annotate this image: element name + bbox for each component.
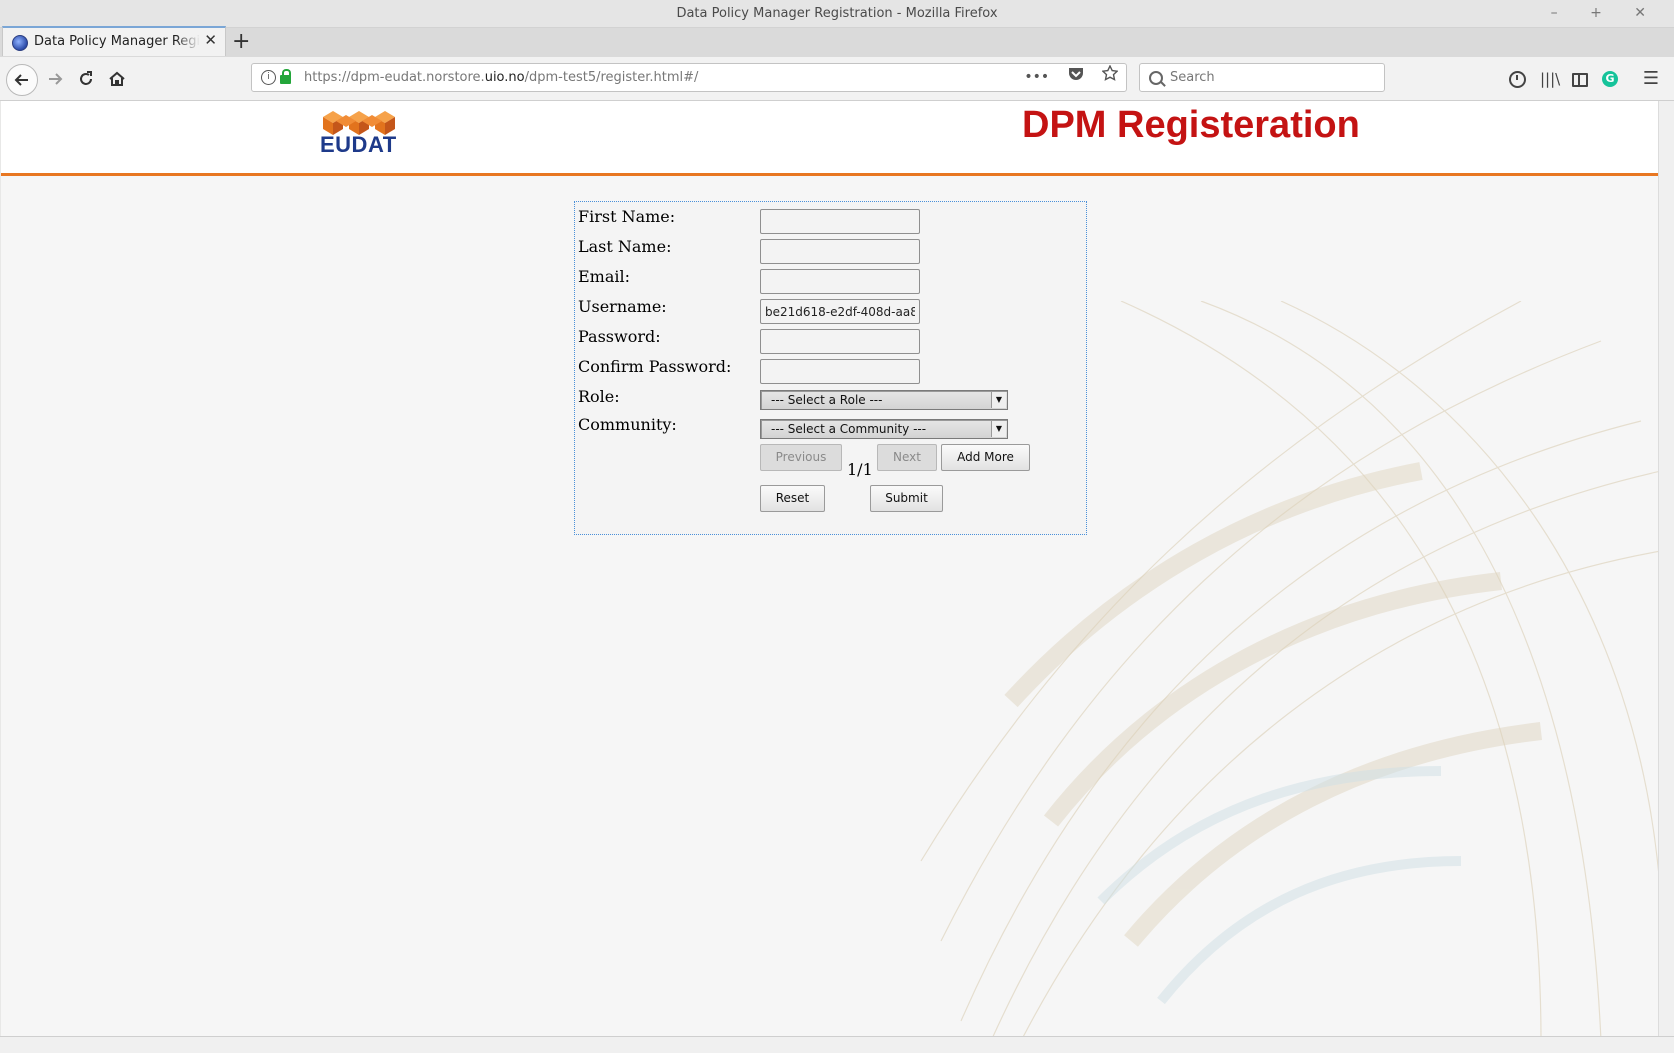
navigation-toolbar: i https://dpm-eudat.norstore.uio.no/dpm-… xyxy=(0,57,1674,101)
status-bar xyxy=(0,1036,1674,1053)
bookmark-star-icon[interactable] xyxy=(1101,64,1119,85)
tab-strip: Data Policy Manager Registration ✕ + xyxy=(0,26,1674,57)
url-path: /dpm-test5/register.html#/ xyxy=(524,70,699,85)
lock-icon[interactable] xyxy=(280,69,291,84)
first-name-field[interactable] xyxy=(760,209,920,234)
dropdown-arrow-icon: ▼ xyxy=(991,392,1006,408)
back-button[interactable] xyxy=(6,64,38,96)
last-name-label: Last Name: xyxy=(578,237,672,256)
add-more-button[interactable]: Add More xyxy=(941,444,1030,471)
registration-form: First Name: Last Name: Email: Username: … xyxy=(574,201,1087,535)
window-titlebar: Data Policy Manager Registration - Mozil… xyxy=(0,0,1674,28)
url-domain: uio.no xyxy=(484,70,525,85)
home-icon xyxy=(109,71,125,86)
page-title: DPM Registeration xyxy=(1022,104,1360,146)
email-field[interactable] xyxy=(760,269,920,294)
password-field[interactable] xyxy=(760,329,920,354)
pocket-shape xyxy=(1068,68,1083,80)
history-icon[interactable] xyxy=(1509,71,1526,88)
previous-button[interactable]: Previous xyxy=(760,444,842,471)
submit-button[interactable]: Submit xyxy=(870,485,943,512)
password-label: Password: xyxy=(578,327,661,346)
url-actions: ••• xyxy=(1010,64,1119,91)
community-select-value: --- Select a Community --- xyxy=(771,422,927,436)
star-shape xyxy=(1101,64,1119,81)
tab-close-icon[interactable]: ✕ xyxy=(204,31,217,49)
site-info-icon[interactable]: i xyxy=(261,70,276,85)
window-title: Data Policy Manager Registration - Mozil… xyxy=(676,6,998,21)
pocket-icon[interactable] xyxy=(1068,68,1088,85)
home-button[interactable] xyxy=(102,64,132,94)
page-actions-icon[interactable]: ••• xyxy=(1024,69,1049,85)
page-indicator: 1/1 xyxy=(847,460,873,479)
search-bar[interactable] xyxy=(1139,63,1385,92)
forward-arrow-icon xyxy=(49,73,63,85)
first-name-label: First Name: xyxy=(578,207,676,226)
page-content: EUDAT DPM Registeration First Name: Last… xyxy=(1,101,1658,1036)
hamburger-menu-icon[interactable]: ☰ xyxy=(1642,70,1660,88)
forward-button[interactable] xyxy=(40,64,70,94)
search-input[interactable] xyxy=(1170,64,1370,91)
url-scheme-host: https://dpm-eudat.norstore. xyxy=(304,70,485,85)
username-field[interactable] xyxy=(760,299,920,324)
role-select-value: --- Select a Role --- xyxy=(771,393,883,407)
reset-button[interactable]: Reset xyxy=(760,485,825,512)
reload-icon xyxy=(80,71,92,85)
url-text[interactable]: https://dpm-eudat.norstore.uio.no/dpm-te… xyxy=(304,64,698,91)
back-arrow-icon xyxy=(14,74,28,86)
url-bar[interactable]: i https://dpm-eudat.norstore.uio.no/dpm-… xyxy=(251,63,1127,92)
grammarly-icon[interactable]: G xyxy=(1602,71,1618,87)
last-name-field[interactable] xyxy=(760,239,920,264)
page-scrollbar[interactable] xyxy=(1658,101,1674,1036)
next-button[interactable]: Next xyxy=(877,444,937,471)
community-select[interactable]: --- Select a Community --- ▼ xyxy=(760,419,1008,439)
tab-active[interactable]: Data Policy Manager Registration ✕ xyxy=(2,26,226,56)
library-icon[interactable]: |||\ xyxy=(1540,70,1560,88)
globe-favicon-icon xyxy=(12,35,28,51)
new-tab-button[interactable]: + xyxy=(232,28,250,56)
confirm-password-field[interactable] xyxy=(760,359,920,384)
eudat-logo-text: EUDAT xyxy=(320,132,397,157)
dropdown-arrow-icon: ▼ xyxy=(991,421,1006,437)
community-label: Community: xyxy=(578,415,677,434)
username-label: Username: xyxy=(578,297,667,316)
sidebar-icon[interactable] xyxy=(1572,73,1588,87)
page-header: EUDAT DPM Registeration xyxy=(1,101,1658,176)
tab-title: Data Policy Manager Registration xyxy=(34,34,200,49)
search-icon xyxy=(1149,71,1163,85)
role-select[interactable]: --- Select a Role --- ▼ xyxy=(760,390,1008,410)
window-controls[interactable]: – + ✕ xyxy=(1551,0,1660,27)
email-label: Email: xyxy=(578,267,631,286)
reload-button[interactable] xyxy=(71,64,101,94)
role-label: Role: xyxy=(578,387,620,406)
confirm-password-label: Confirm Password: xyxy=(578,357,732,376)
